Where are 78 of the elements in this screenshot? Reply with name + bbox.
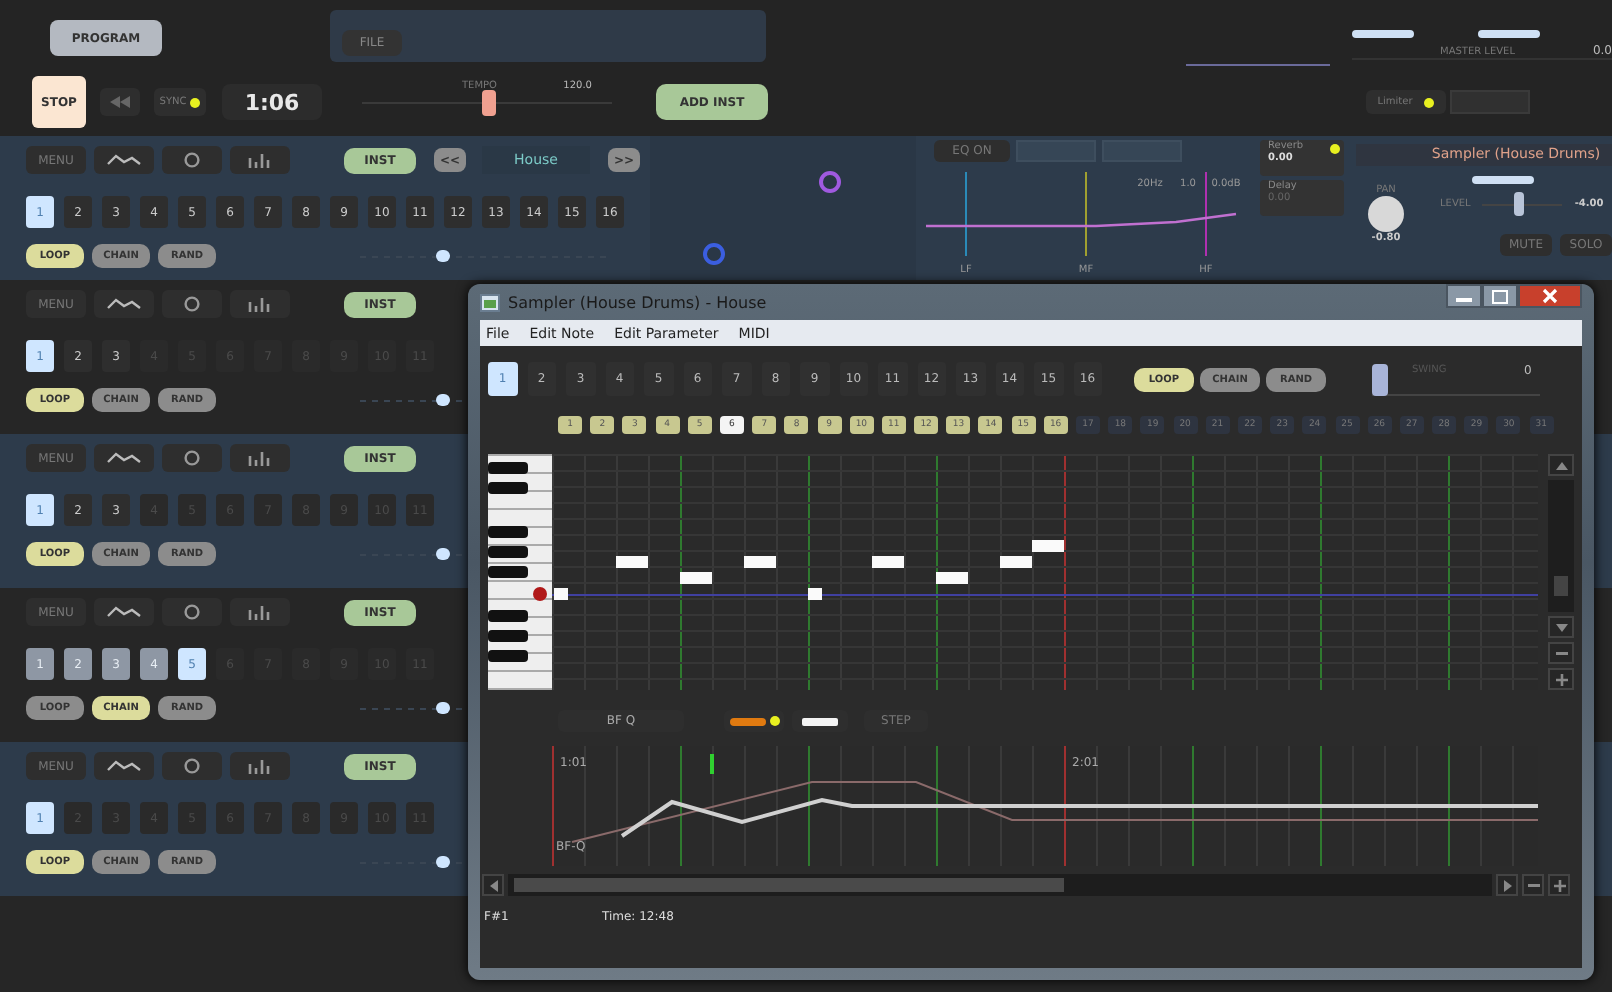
- zigzag-icon: [106, 450, 142, 466]
- knob-button[interactable]: [162, 146, 222, 174]
- knob-button[interactable]: [162, 444, 222, 472]
- pan-knob[interactable]: [1368, 196, 1404, 232]
- knob-button[interactable]: [162, 290, 222, 318]
- zigzag-icon: [106, 604, 142, 620]
- position-indicator[interactable]: [360, 702, 468, 714]
- slider-thumb[interactable]: [1372, 363, 1388, 395]
- pattern-button[interactable]: [94, 290, 154, 318]
- band-marker[interactable]: [1205, 172, 1207, 257]
- time-display: 1:06: [222, 84, 322, 120]
- bars-icon: [248, 450, 272, 466]
- circle-icon: [184, 604, 200, 620]
- position-indicator[interactable]: [360, 856, 468, 868]
- down-arrow-icon: [1555, 623, 1567, 631]
- slider-pill[interactable]: [1352, 30, 1414, 38]
- band-marker[interactable]: [1085, 172, 1087, 257]
- zigzag-icon: [106, 152, 142, 168]
- left-arrow-icon: [489, 879, 497, 891]
- bar-icon: [729, 717, 765, 725]
- bars-icon: [248, 296, 272, 312]
- minimize-button[interactable]: [1446, 284, 1482, 308]
- slider-thumb[interactable]: [1514, 192, 1525, 216]
- zoom-in-button[interactable]: [1548, 668, 1574, 690]
- bars-icon: [248, 604, 272, 620]
- band-marker[interactable]: [965, 172, 967, 257]
- close-button[interactable]: [1518, 284, 1582, 308]
- maximize-icon: [1492, 289, 1508, 303]
- right-arrow-icon: [1503, 879, 1511, 891]
- horizontal-scrollbar[interactable]: [508, 874, 1492, 896]
- circle-icon: [184, 758, 200, 774]
- vertical-scrollbar[interactable]: [1548, 480, 1574, 612]
- bars-icon: [248, 758, 272, 774]
- playhead-marker: [710, 754, 714, 774]
- close-icon: [1542, 288, 1558, 304]
- scroll-right-button[interactable]: [1496, 874, 1518, 896]
- plus-icon: [1553, 879, 1565, 891]
- slider-pill[interactable]: [1478, 30, 1540, 38]
- rewind-button[interactable]: [100, 88, 140, 116]
- pattern-button[interactable]: [94, 752, 154, 780]
- scroll-left-button[interactable]: [482, 874, 504, 896]
- scroll-up-button[interactable]: [1548, 454, 1574, 476]
- position-indicator[interactable]: [360, 394, 468, 406]
- plus-icon: [1555, 673, 1567, 685]
- circle-icon: [184, 152, 200, 168]
- knob-button[interactable]: [162, 752, 222, 780]
- rewind-icon: [110, 96, 130, 108]
- circle-icon: [184, 450, 200, 466]
- maximize-button[interactable]: [1482, 284, 1518, 308]
- status-led: [1330, 144, 1340, 154]
- circle-icon: [184, 296, 200, 312]
- window-title: Sampler (House Drums) - House: [508, 293, 767, 311]
- minus-icon: [1527, 883, 1539, 887]
- up-arrow-icon: [1555, 461, 1567, 469]
- zoom-out-button[interactable]: [1522, 874, 1544, 896]
- zoom-out-button[interactable]: [1548, 642, 1574, 664]
- bars-button[interactable]: [230, 598, 290, 626]
- ring-icon: [702, 242, 726, 266]
- window-icon: [480, 293, 500, 311]
- bars-button[interactable]: [230, 752, 290, 780]
- pattern-button[interactable]: [94, 444, 154, 472]
- zoom-in-button[interactable]: [1548, 874, 1570, 896]
- slider-thumb[interactable]: [481, 89, 495, 115]
- position-indicator[interactable]: [360, 548, 468, 560]
- bar-icon: [802, 717, 838, 725]
- bars-button[interactable]: [230, 146, 290, 174]
- minus-icon: [1555, 651, 1567, 655]
- bars-icon: [248, 152, 272, 168]
- slider-pill[interactable]: [1472, 176, 1534, 184]
- knob-button[interactable]: [162, 598, 222, 626]
- pattern-button[interactable]: [94, 146, 154, 174]
- pattern-button[interactable]: [94, 598, 154, 626]
- bars-button[interactable]: [230, 444, 290, 472]
- scroll-down-button[interactable]: [1548, 616, 1574, 638]
- zigzag-icon: [106, 758, 142, 774]
- bars-button[interactable]: [230, 290, 290, 318]
- ring-icon: [818, 170, 842, 194]
- zigzag-icon: [106, 296, 142, 312]
